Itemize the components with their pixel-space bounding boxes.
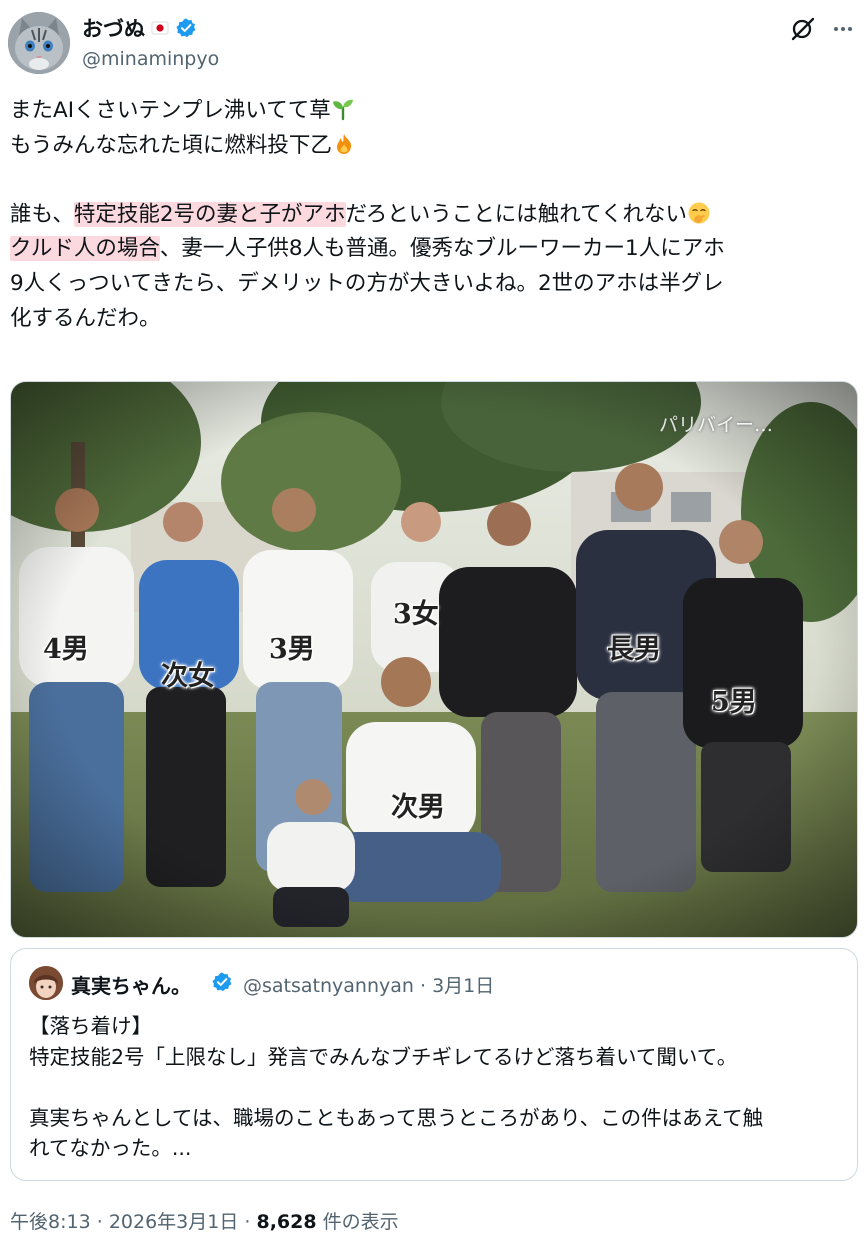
- post-time[interactable]: 午後8:13: [10, 1211, 91, 1233]
- quoted-separator: ·: [419, 975, 427, 997]
- grok-icon[interactable]: [788, 14, 818, 44]
- footer-separator-1: ·: [96, 1211, 103, 1233]
- photo-label-daughter2: 次女: [161, 661, 215, 692]
- tweet-line-4: クルド人の場合、妻一人子供8人も普通。優秀なブルーワーカー1人にアホ: [10, 232, 860, 267]
- quoted-meta: @satsatnyannyan · 3月1日: [243, 971, 494, 998]
- tweet-photo[interactable]: パリバイー… 4男 次女 3男 3女 長男 5男 次男: [10, 381, 858, 938]
- quoted-text: 【落ち着け】 特定技能2号「上限なし」発言でみんなブチギレてるけど落ち着いて聞い…: [29, 1011, 849, 1164]
- photo-label-son5: 5男: [711, 687, 757, 718]
- tweet-line-3-post: だろということには触れてくれない: [345, 201, 687, 227]
- tweet-highlight-1: 特定技能2号の妻と子がアホ: [73, 201, 346, 227]
- post-date[interactable]: 2026年3月1日: [109, 1211, 239, 1233]
- author-avatar[interactable]: [8, 12, 70, 74]
- quoted-author-avatar[interactable]: [29, 966, 63, 1000]
- seedling-emoji-icon: [331, 97, 355, 121]
- tweet-line-2: もうみんな忘れた頃に燃料投下乙: [10, 129, 860, 164]
- japan-flag-icon: [151, 19, 169, 37]
- cat-avatar-image: [8, 12, 70, 74]
- photo-label-son3: 3男: [269, 634, 315, 665]
- quoted-line-1: 【落ち着け】: [29, 1014, 152, 1038]
- view-count-suffix: 件の表示: [322, 1211, 399, 1233]
- quoted-line-2: 特定技能2号「上限なし」発言でみんなブチギレてるけど落ち着いて聞いて。: [29, 1044, 738, 1069]
- family-photo-illustration: [11, 382, 857, 937]
- photo-label-son2: 次男: [391, 792, 445, 823]
- tweet-line-6: 化するんだわ。: [10, 305, 161, 331]
- photo-label-son1: 長男: [607, 634, 661, 665]
- more-dots-icon[interactable]: [828, 14, 858, 44]
- author-display-name[interactable]: おづぬ: [82, 13, 145, 43]
- author-handle[interactable]: @minaminpyo: [82, 48, 219, 70]
- quoted-handle[interactable]: @satsatnyannyan: [243, 975, 414, 997]
- quoted-line-3: 真実ちゃんとしては、職場のこともあって思うところがあり、この件はあえて触: [29, 1105, 764, 1130]
- hand-over-mouth-emoji-icon: [687, 201, 711, 225]
- tweet-line-4-post: 、妻一人子供8人も普通。優秀なブルーワーカー1人にアホ: [159, 236, 725, 262]
- footer-separator-2: ·: [244, 1211, 251, 1233]
- author-name-row: おづぬ: [82, 13, 197, 43]
- photo-label-daughter3: 3女: [393, 599, 439, 630]
- tweet-line-3: 誰も、特定技能2号の妻と子がアホだろということには触れてくれない: [10, 198, 860, 233]
- tweet-text: またAIくさいテンプレ沸いてて草 もうみんな忘れた頃に燃料投下乙 誰も、特定技能…: [10, 94, 860, 336]
- tweet-line-3-pre: 誰も、: [10, 201, 74, 227]
- quoted-line-4: れてなかった。...: [29, 1136, 192, 1160]
- quoted-author-name[interactable]: 真実ちゃん。: [71, 970, 191, 999]
- tweet-line-2-text: もうみんな忘れた頃に燃料投下乙: [10, 132, 332, 158]
- view-count[interactable]: 8,628: [256, 1211, 316, 1233]
- tweet-line-1-text: またAIくさいテンプレ沸いてて草: [10, 98, 331, 123]
- tweet-highlight-2: クルド人の場合: [10, 236, 160, 262]
- tweet-footer: 午後8:13 · 2026年3月1日 · 8,628 件の表示: [10, 1207, 399, 1234]
- fire-emoji-icon: [332, 132, 356, 156]
- tweet-line-1: またAIくさいテンプレ沸いてて草: [10, 94, 860, 129]
- verified-badge-icon[interactable]: [175, 17, 197, 39]
- quoted-tweet[interactable]: 真実ちゃん。 @satsatnyannyan · 3月1日 【落ち着け】 特定技…: [10, 948, 858, 1181]
- photo-label-son4: 4男: [43, 634, 89, 665]
- photo-caption: パリバイー…: [659, 414, 774, 436]
- quoted-date[interactable]: 3月1日: [432, 975, 494, 997]
- quoted-verified-badge-icon: [211, 971, 233, 993]
- tweet-line-5: 9人くっついてきたら、デメリットの方が大きいよね。2世のアホは半グレ: [10, 270, 724, 296]
